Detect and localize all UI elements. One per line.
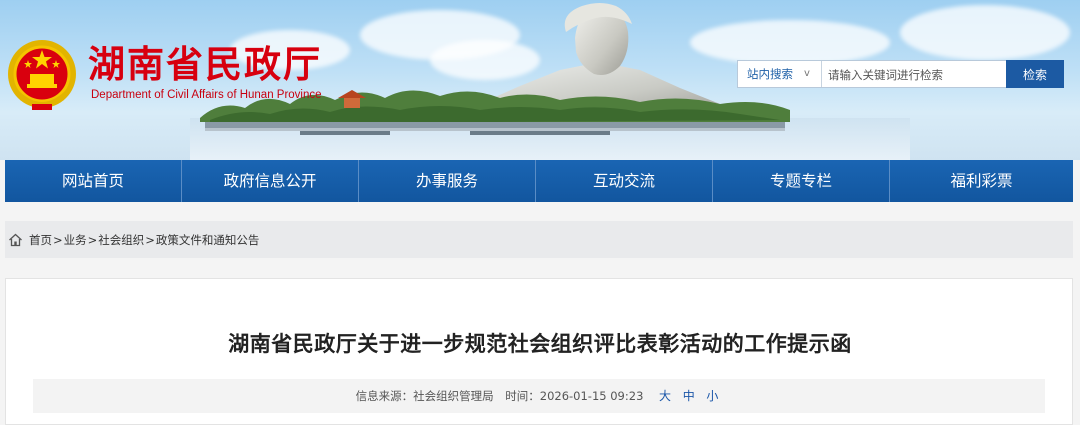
nav-item-home[interactable]: 网站首页	[5, 160, 182, 202]
chevron-down-icon: v	[804, 68, 810, 79]
national-emblem-icon	[8, 40, 76, 110]
breadcrumb-item-social-orgs[interactable]: 社会组织	[98, 232, 144, 248]
time-label: 时间：	[505, 389, 540, 403]
breadcrumb-separator: >	[145, 232, 155, 247]
nav-item-lottery[interactable]: 福利彩票	[890, 160, 1073, 202]
nav-item-services[interactable]: 办事服务	[359, 160, 536, 202]
article-title: 湖南省民政厅关于进一步规范社会组织评比表彰活动的工作提示函	[228, 332, 852, 356]
font-size-medium-button[interactable]: 中	[683, 389, 695, 403]
site-title: 湖南省民政厅	[88, 43, 322, 86]
breadcrumb-item-policy-notices[interactable]: 政策文件和通知公告	[156, 232, 260, 248]
article-panel: 湖南省民政厅关于进一步规范社会组织评比表彰活动的工作提示函 信息来源：社会组织管…	[5, 278, 1073, 425]
time-value: 2026-01-15 09:23	[539, 389, 644, 403]
font-size-large-button[interactable]: 大	[659, 389, 671, 403]
nav-item-interaction[interactable]: 互动交流	[536, 160, 713, 202]
main-nav: 网站首页 政府信息公开 办事服务 互动交流 专题专栏 福利彩票	[5, 160, 1073, 202]
site-header: 湖南省民政厅 Department of Civil Affairs of Hu…	[0, 0, 1080, 160]
search-scope-label: 站内搜索	[747, 67, 793, 81]
breadcrumb-item-business[interactable]: 业务	[64, 232, 87, 248]
article-meta: 信息来源：社会组织管理局 时间：2026-01-15 09:23 大 中 小	[33, 379, 1045, 413]
breadcrumb-separator: >	[87, 232, 98, 247]
nav-item-gov-info[interactable]: 政府信息公开	[182, 160, 359, 202]
breadcrumb-separator: >	[53, 232, 63, 247]
search-button[interactable]: 检索	[1006, 60, 1064, 88]
source-value: 社会组织管理局	[413, 389, 494, 403]
search-bar: 站内搜索 v 检索	[737, 60, 1064, 88]
search-input[interactable]	[826, 64, 1000, 86]
site-subtitle: Department of Civil Affairs of Hunan Pro…	[91, 89, 322, 101]
source-label: 信息来源：	[355, 389, 414, 403]
nav-item-topics[interactable]: 专题专栏	[713, 160, 890, 202]
search-scope-select[interactable]: 站内搜索 v	[738, 61, 822, 87]
breadcrumb: 首页 > 业务 > 社会组织 > 政策文件和通知公告	[5, 221, 1073, 258]
home-icon	[9, 233, 22, 246]
breadcrumb-item-home[interactable]: 首页	[29, 232, 52, 248]
font-size-small-button[interactable]: 小	[706, 389, 718, 403]
